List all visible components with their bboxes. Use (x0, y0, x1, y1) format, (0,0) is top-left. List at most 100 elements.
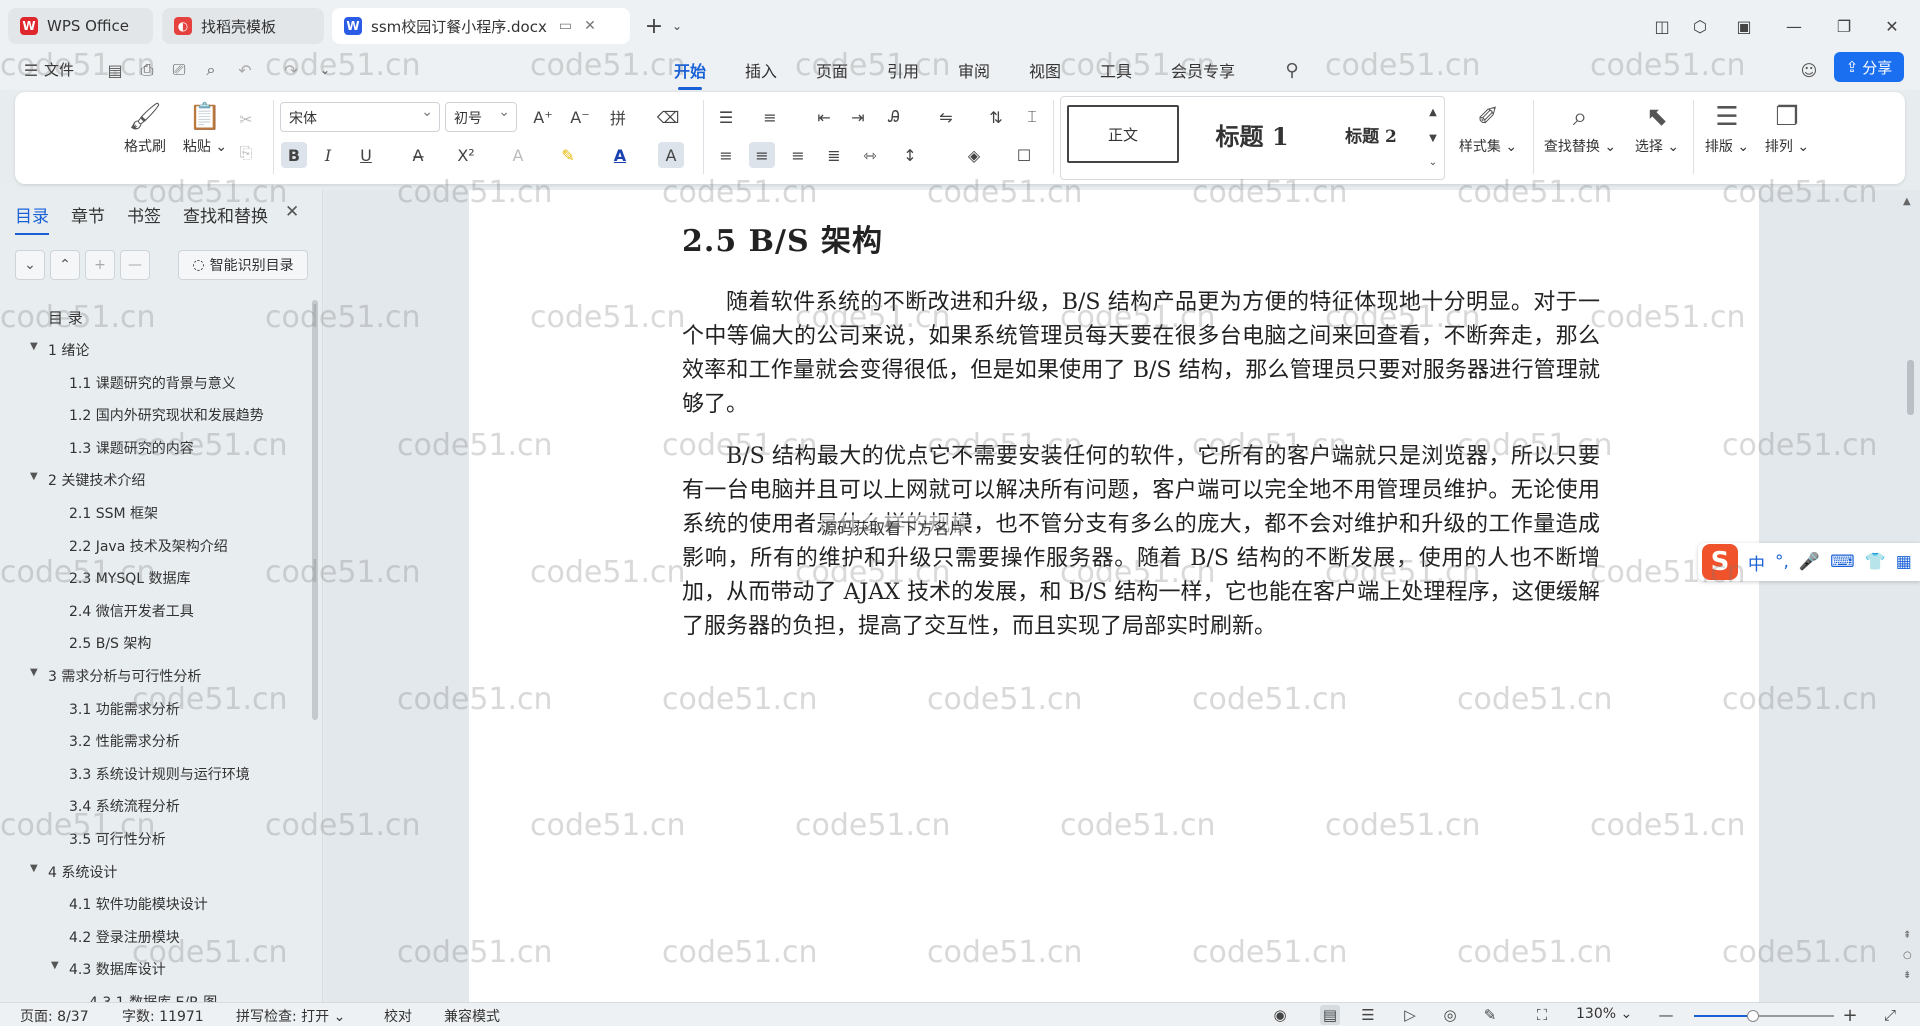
close-tab-icon[interactable]: ✕ (584, 18, 596, 34)
sidebar-toggle-icon[interactable]: ◫ (1648, 12, 1676, 40)
add-level-icon[interactable]: + (85, 250, 115, 280)
hamburger-menu-icon[interactable]: ☰ (20, 59, 42, 81)
distribute-icon[interactable]: ⇿ (857, 142, 883, 168)
style-heading-2[interactable]: 标题 2 (1319, 105, 1423, 163)
quick-access-chevron-icon[interactable]: ⌄ (314, 59, 336, 81)
cut-icon[interactable]: ✂ (233, 106, 259, 132)
collapse-icon[interactable]: ⌄ (15, 250, 45, 280)
copy-icon[interactable]: ⎘ (233, 140, 259, 166)
bold-icon[interactable]: B (281, 142, 307, 168)
numbered-list-icon[interactable]: ≡ (757, 104, 783, 130)
save-icon[interactable]: ▤ (104, 59, 126, 81)
shading-icon[interactable]: ◈ (961, 142, 987, 168)
superscript-icon[interactable]: X² (453, 142, 479, 168)
increase-indent-icon[interactable]: ⇥ (845, 104, 871, 130)
toc-item[interactable]: 3.1 功能需求分析 (69, 699, 180, 719)
toc-item[interactable]: 4.1 软件功能模块设计 (69, 894, 208, 914)
write-mode-icon[interactable]: ✎ (1480, 1005, 1500, 1025)
layout-button[interactable]: ☰ 排版 ⌄ (1699, 102, 1755, 156)
sort-icon[interactable]: ⇅ (983, 104, 1009, 130)
select-button[interactable]: ⬉ 选择 ⌄ (1627, 102, 1687, 156)
print-preview-icon[interactable]: ⌕ (200, 59, 222, 81)
font-name-select[interactable]: 宋体 (280, 102, 440, 132)
tab-pin-icon[interactable]: ▭ (559, 18, 572, 34)
keyboard-icon[interactable]: ⌨ (1830, 552, 1855, 572)
toc-item[interactable]: ▼ 3 需求分析与可行性分析 (30, 666, 201, 686)
style-set-button[interactable]: ✐ 样式集 ⌄ (1451, 102, 1525, 156)
phonetic-guide-icon[interactable]: 拼 (605, 104, 631, 130)
spell-check-toggle[interactable]: 拼写检查: 打开 ⌄ (236, 1006, 345, 1026)
fullscreen-icon[interactable]: ⤢ (1880, 1005, 1900, 1025)
nav-tab-chapters[interactable]: 章节 (71, 202, 105, 227)
eye-protect-icon[interactable]: ◉ (1270, 1005, 1290, 1025)
style-normal[interactable]: 正文 (1067, 105, 1179, 163)
text-direction-icon[interactable]: Ꭿ (881, 104, 907, 130)
tab-document[interactable]: W ssm校园订餐小程序.docx ▭ ✕ (332, 8, 630, 44)
line-spacing-icon[interactable]: ↕ (897, 142, 923, 168)
web-view-icon[interactable]: ◎ (1440, 1005, 1460, 1025)
toc-item[interactable]: ▼ 2 关键技术介绍 (30, 470, 145, 490)
toc-item[interactable]: 2.1 SSM 框架 (69, 503, 158, 523)
tab-page[interactable]: 页面 (816, 58, 848, 82)
page-indicator[interactable]: 页面: 8/37 (20, 1006, 89, 1026)
expand-icon[interactable]: ⌃ (50, 250, 80, 280)
zoom-slider[interactable] (1694, 1010, 1834, 1022)
page-view-icon[interactable]: ▤ (1320, 1005, 1340, 1025)
nav-scrollbar[interactable] (312, 300, 318, 720)
tab-member[interactable]: 会员专享 (1171, 58, 1235, 82)
print-icon[interactable]: ⎚ (168, 59, 190, 81)
char-shading-icon[interactable]: A (658, 142, 684, 168)
search-icon[interactable]: ⚲ (1281, 59, 1303, 81)
tab-references[interactable]: 引用 (887, 58, 919, 82)
shrink-font-icon[interactable]: A⁻ (567, 104, 593, 130)
toolbox-icon[interactable]: ▦ (1896, 552, 1912, 572)
word-count[interactable]: 字数: 11971 (122, 1006, 204, 1026)
export-pdf-icon[interactable]: ⎙ (136, 59, 158, 81)
styles-scroll-up-icon[interactable]: ▲ (1424, 103, 1442, 121)
zoom-out-icon[interactable]: — (1656, 1005, 1676, 1025)
underline-icon[interactable]: U (353, 142, 379, 168)
decrease-indent-icon[interactable]: ⇤ (811, 104, 837, 130)
restore-icon[interactable]: ❐ (1830, 12, 1858, 40)
expand-arrow-icon[interactable]: ▼ (30, 667, 38, 678)
toc-item[interactable]: 1.1 课题研究的背景与意义 (69, 373, 236, 393)
toc-item[interactable]: ▼ 1 绪论 (30, 340, 89, 360)
toc-item[interactable]: 3.4 系统流程分析 (69, 796, 180, 816)
fit-page-icon[interactable]: ⛶ (1532, 1005, 1552, 1025)
align-left-icon[interactable]: ≡ (713, 142, 739, 168)
clear-format-icon[interactable]: ⌫ (655, 104, 681, 130)
paragraph-2[interactable]: B/S 结构最大的优点它不需要安装任何的软件，它所有的客户端就只是浏览器，所以只… (682, 440, 1600, 644)
user-avatar-icon[interactable]: ▣ (1730, 12, 1758, 40)
toc-item[interactable]: 3.5 可行性分析 (69, 829, 166, 849)
share-button[interactable]: ⇪ 分享 (1834, 52, 1904, 82)
expand-arrow-icon[interactable]: ▼ (30, 341, 38, 352)
tab-home[interactable]: 开始 (674, 58, 706, 90)
read-mode-icon[interactable]: ▷ (1400, 1005, 1420, 1025)
tab-list-chevron-icon[interactable]: ⌄ (663, 12, 691, 40)
expand-arrow-icon[interactable]: ▼ (30, 471, 38, 482)
document-scrollbar[interactable] (1907, 360, 1914, 415)
style-heading-1[interactable]: 标题 1 (1189, 105, 1315, 163)
find-replace-button[interactable]: ⌕ 查找替换 ⌄ (1537, 102, 1623, 156)
zoom-knob[interactable] (1746, 1010, 1759, 1022)
skin-icon[interactable]: 👕 (1865, 552, 1886, 572)
remove-level-icon[interactable]: — (120, 250, 150, 280)
toc-item[interactable]: 4.2 登录注册模块 (69, 927, 180, 947)
styles-more-icon[interactable]: ⌄ (1424, 153, 1442, 171)
sort-swap-icon[interactable]: ⇋ (933, 104, 959, 130)
highlight-icon[interactable]: ✎ (555, 142, 581, 168)
grow-font-icon[interactable]: A⁺ (530, 104, 556, 130)
cube-icon[interactable]: ⬡ (1686, 12, 1714, 40)
align-center-icon[interactable]: ≡ (749, 142, 775, 168)
minimize-icon[interactable]: — (1780, 12, 1808, 40)
show-marks-icon[interactable]: ⌶ (1019, 104, 1045, 130)
section-heading[interactable]: 2.5 B/S 架构 (682, 216, 883, 260)
tab-view[interactable]: 视图 (1029, 58, 1061, 82)
select-browse-icon[interactable]: ○ (1903, 950, 1912, 961)
tab-tools[interactable]: 工具 (1100, 58, 1132, 82)
toc-item[interactable]: ▼ 4 系统设计 (30, 862, 117, 882)
arrange-button[interactable]: ❐ 排列 ⌄ (1759, 102, 1815, 156)
nav-tab-find-replace[interactable]: 查找和替换 (183, 202, 268, 227)
font-color-icon[interactable]: A (607, 142, 633, 168)
microphone-icon[interactable]: 🎤 (1799, 552, 1820, 572)
